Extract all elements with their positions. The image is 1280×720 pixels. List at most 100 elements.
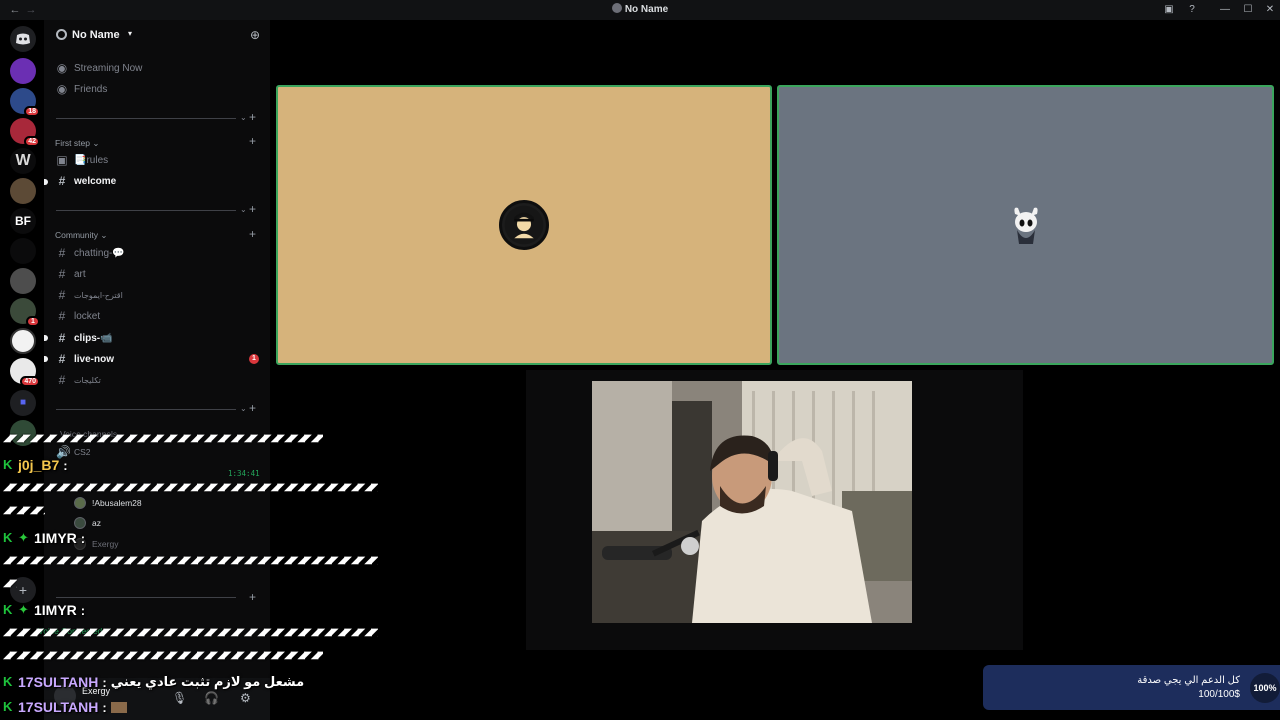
- channel-chatting[interactable]: # chatting-💬: [56, 244, 125, 262]
- window-title-text: No Name: [624, 4, 669, 15]
- participant-avatar: [1014, 207, 1038, 244]
- add-server-icon[interactable]: +: [10, 577, 36, 603]
- channel-art[interactable]: # art: [56, 265, 86, 283]
- webcam-image: [592, 381, 912, 623]
- title-bar: ← → No Name ▣ ? — ☐ ✕: [0, 0, 1280, 20]
- server-header[interactable]: No Name ▾ ⊕: [44, 20, 270, 50]
- hash-icon: #: [58, 288, 66, 302]
- category-first-step[interactable]: First step ⌄: [55, 138, 99, 149]
- username: Exergy: [82, 686, 111, 696]
- hash-icon: #: [58, 331, 66, 345]
- participant-tile[interactable]: [276, 85, 772, 365]
- server-icon-8[interactable]: [10, 268, 36, 294]
- gear-icon[interactable]: ⚙: [240, 691, 251, 705]
- user-panel: Exergy 🎙 🎧 ⚙: [44, 678, 270, 720]
- voice-username: Exergy: [92, 539, 119, 549]
- server-icon-10[interactable]: [10, 328, 36, 354]
- speaker-icon: 🔊: [56, 445, 71, 459]
- avatar[interactable]: [54, 685, 76, 707]
- help-icon[interactable]: ?: [1185, 3, 1199, 17]
- server-badge: 18: [24, 106, 40, 117]
- server-icon-3[interactable]: 42: [10, 118, 40, 147]
- close-icon[interactable]: ✕: [1263, 3, 1277, 17]
- friends-icon: ◉: [56, 82, 68, 96]
- avatar: [74, 538, 86, 550]
- voice-channel-cs2[interactable]: 🔊 CS2: [56, 443, 91, 461]
- category-label: First step: [55, 138, 90, 148]
- hash-icon: #: [58, 267, 66, 281]
- server-icon-2[interactable]: 18: [10, 88, 40, 117]
- channel-sidebar: No Name ▾ ⊕ ◉ Streaming Now ◉ Friends ⌄ + …: [38, 20, 270, 720]
- channel-welcome[interactable]: # welcome: [56, 172, 117, 190]
- channel-label: welcome: [74, 175, 117, 187]
- server-name: No Name: [72, 29, 120, 41]
- chevron-down-icon[interactable]: ⌄: [240, 113, 247, 122]
- category-voice[interactable]: Voice channels: [60, 429, 117, 439]
- folder-icon[interactable]: ■: [10, 390, 36, 416]
- channel-label: live-now: [74, 353, 115, 365]
- channel-locket[interactable]: # locket: [56, 307, 100, 325]
- chevron-down-icon[interactable]: ⌄: [240, 404, 247, 413]
- hash-icon: #: [58, 309, 66, 323]
- server-icon-12[interactable]: [10, 420, 36, 446]
- voice-user[interactable]: az: [74, 517, 101, 529]
- server-icon-5[interactable]: [10, 178, 36, 204]
- add-channel-icon[interactable]: +: [249, 227, 256, 241]
- microphone-icon[interactable]: 🎙: [172, 691, 187, 705]
- headphones-icon[interactable]: 🎧: [204, 691, 219, 705]
- unread-indicator: [44, 335, 48, 341]
- channel-label: art: [74, 268, 86, 280]
- sidebar-item-friends[interactable]: ◉ Friends: [56, 80, 108, 98]
- voice-user[interactable]: Exergy: [74, 538, 118, 550]
- rules-icon: ▣: [56, 153, 68, 167]
- channel-live-now[interactable]: # live-now 1: [56, 350, 266, 368]
- server-icon-11[interactable]: 470: [10, 358, 40, 387]
- channel-suggest-emojis[interactable]: # اقترح-ايموجات: [56, 286, 123, 304]
- channel-clips-arabic[interactable]: # تكليجات: [56, 371, 101, 389]
- category-label: Voice channels: [60, 429, 118, 439]
- donation-title: كل الدعم الي يجي صدقة: [1137, 675, 1240, 686]
- add-channel-icon[interactable]: +: [249, 134, 256, 148]
- voice-stage: [270, 20, 1280, 720]
- invite-icon[interactable]: ⊕: [250, 28, 260, 42]
- add-channel-icon[interactable]: +: [249, 590, 256, 604]
- server-icon-6[interactable]: BF: [10, 208, 36, 234]
- voice-username: az: [92, 518, 101, 528]
- category-community[interactable]: Community ⌄: [55, 230, 107, 241]
- participant-tile[interactable]: [777, 85, 1274, 365]
- inbox-icon[interactable]: ▣: [1162, 3, 1176, 17]
- sidebar-item-label: Friends: [74, 83, 108, 95]
- donation-percent: 100%: [1250, 673, 1280, 703]
- hash-icon: #: [58, 246, 66, 260]
- webcam-feed[interactable]: [592, 381, 912, 623]
- donation-goal-widget: كل الدعم الي يجي صدقة 100/100$ 100%: [983, 665, 1280, 710]
- channel-label: clips-📹: [74, 332, 113, 344]
- voice-timer: 1:34:41: [228, 469, 260, 478]
- chevron-down-icon[interactable]: ⌄: [240, 205, 247, 214]
- voice-user[interactable]: !Abusalem28: [74, 497, 142, 509]
- minimize-icon[interactable]: —: [1218, 3, 1232, 17]
- voice-connected-label: Voice Connected: [38, 626, 103, 636]
- channel-clips[interactable]: # clips-📹: [56, 329, 113, 347]
- channel-label: chatting-💬: [74, 247, 125, 259]
- divider: [56, 597, 236, 598]
- add-channel-icon[interactable]: +: [249, 202, 256, 216]
- sidebar-item-streaming-now[interactable]: ◉ Streaming Now: [56, 59, 143, 77]
- add-channel-icon[interactable]: +: [249, 110, 256, 124]
- server-icon-9[interactable]: 1: [10, 298, 40, 327]
- channel-label: تكليجات: [74, 375, 101, 385]
- broadcast-icon: ◉: [56, 61, 68, 75]
- server-badge: 470: [20, 376, 40, 387]
- category-label: Community: [55, 230, 98, 240]
- server-icon-1[interactable]: [10, 58, 36, 84]
- maximize-icon[interactable]: ☐: [1241, 3, 1255, 17]
- server-icon-7[interactable]: [10, 238, 36, 264]
- add-channel-icon[interactable]: +: [249, 401, 256, 415]
- channel-rules[interactable]: ▣ 📑rules: [56, 151, 108, 169]
- server-guide-icon: [56, 29, 67, 40]
- voice-connected-status[interactable]: Voice Connected: [38, 622, 102, 640]
- sidebar-item-label: Streaming Now: [74, 62, 143, 74]
- server-icon-4[interactable]: W: [10, 148, 36, 174]
- server-badge: 42: [24, 136, 40, 147]
- home-discord-icon[interactable]: [10, 26, 36, 52]
